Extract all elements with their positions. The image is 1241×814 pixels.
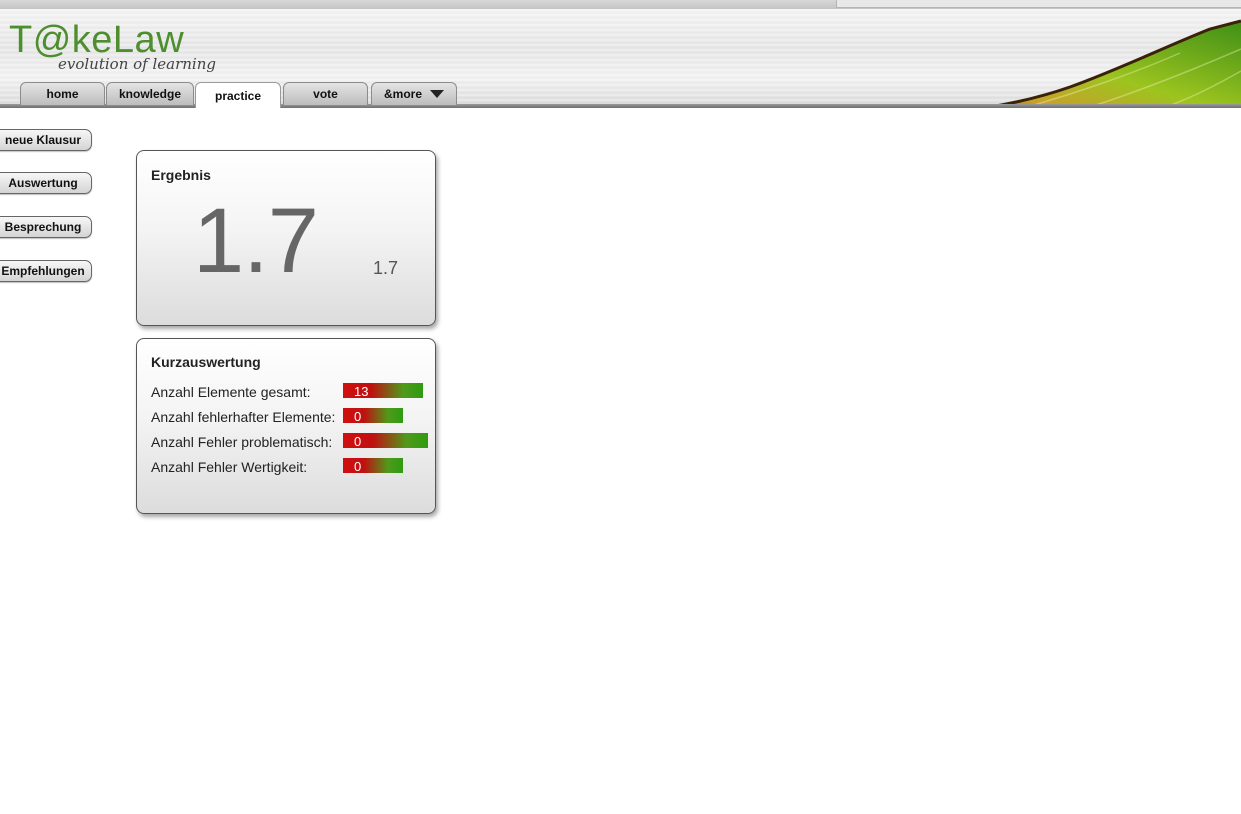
summary-bar: 0 <box>343 458 403 474</box>
discussion-button[interactable]: Besprechung <box>0 216 92 238</box>
summary-row-label: Anzahl fehlerhafter Elemente: <box>151 409 336 425</box>
tab-vote-label: vote <box>313 87 338 101</box>
leaf-decoration <box>986 19 1241 106</box>
summary-row-label: Anzahl Elemente gesamt: <box>151 384 311 400</box>
top-utility-bar <box>836 0 1241 8</box>
tab-more-label: &more <box>383 87 422 101</box>
new-exam-button[interactable]: neue Klausur <box>0 129 92 151</box>
tab-more[interactable]: &more <box>371 82 457 105</box>
summary-bar-value: 0 <box>354 434 362 449</box>
summary-bar-value: 0 <box>354 409 362 424</box>
logo-subtitle: evolution of learning <box>58 55 216 73</box>
summary-title: Kurzauswertung <box>151 354 261 370</box>
summary-bar-value: 0 <box>354 459 362 474</box>
tab-knowledge[interactable]: knowledge <box>106 82 194 105</box>
summary-bar: 0 <box>343 433 428 449</box>
tab-home[interactable]: home <box>20 82 105 105</box>
result-panel: Ergebnis 1.7 1.7 <box>136 150 436 326</box>
grade-large: 1.7 <box>193 190 319 292</box>
summary-bar-value: 13 <box>354 384 369 399</box>
tab-practice[interactable]: practice <box>195 82 281 108</box>
logo-title[interactable]: T@keLaw <box>9 20 184 60</box>
chevron-down-icon <box>430 90 444 98</box>
tab-practice-label: practice <box>214 88 262 103</box>
evaluation-button[interactable]: Auswertung <box>0 172 92 194</box>
summary-panel: Kurzauswertung Anzahl Elemente gesamt: 1… <box>136 338 436 514</box>
tab-vote[interactable]: vote <box>283 82 368 105</box>
grade-small: 1.7 <box>373 258 399 278</box>
tab-knowledge-label: knowledge <box>118 87 181 101</box>
summary-bar: 13 <box>343 383 423 399</box>
tab-home-label: home <box>46 87 79 101</box>
summary-row-label: Anzahl Fehler Wertigkeit: <box>151 459 308 475</box>
summary-row-label: Anzahl Fehler problematisch: <box>151 434 333 450</box>
summary-bar: 0 <box>343 408 403 424</box>
result-title: Ergebnis <box>151 167 211 183</box>
recommendations-button[interactable]: Empfehlungen <box>0 260 92 282</box>
